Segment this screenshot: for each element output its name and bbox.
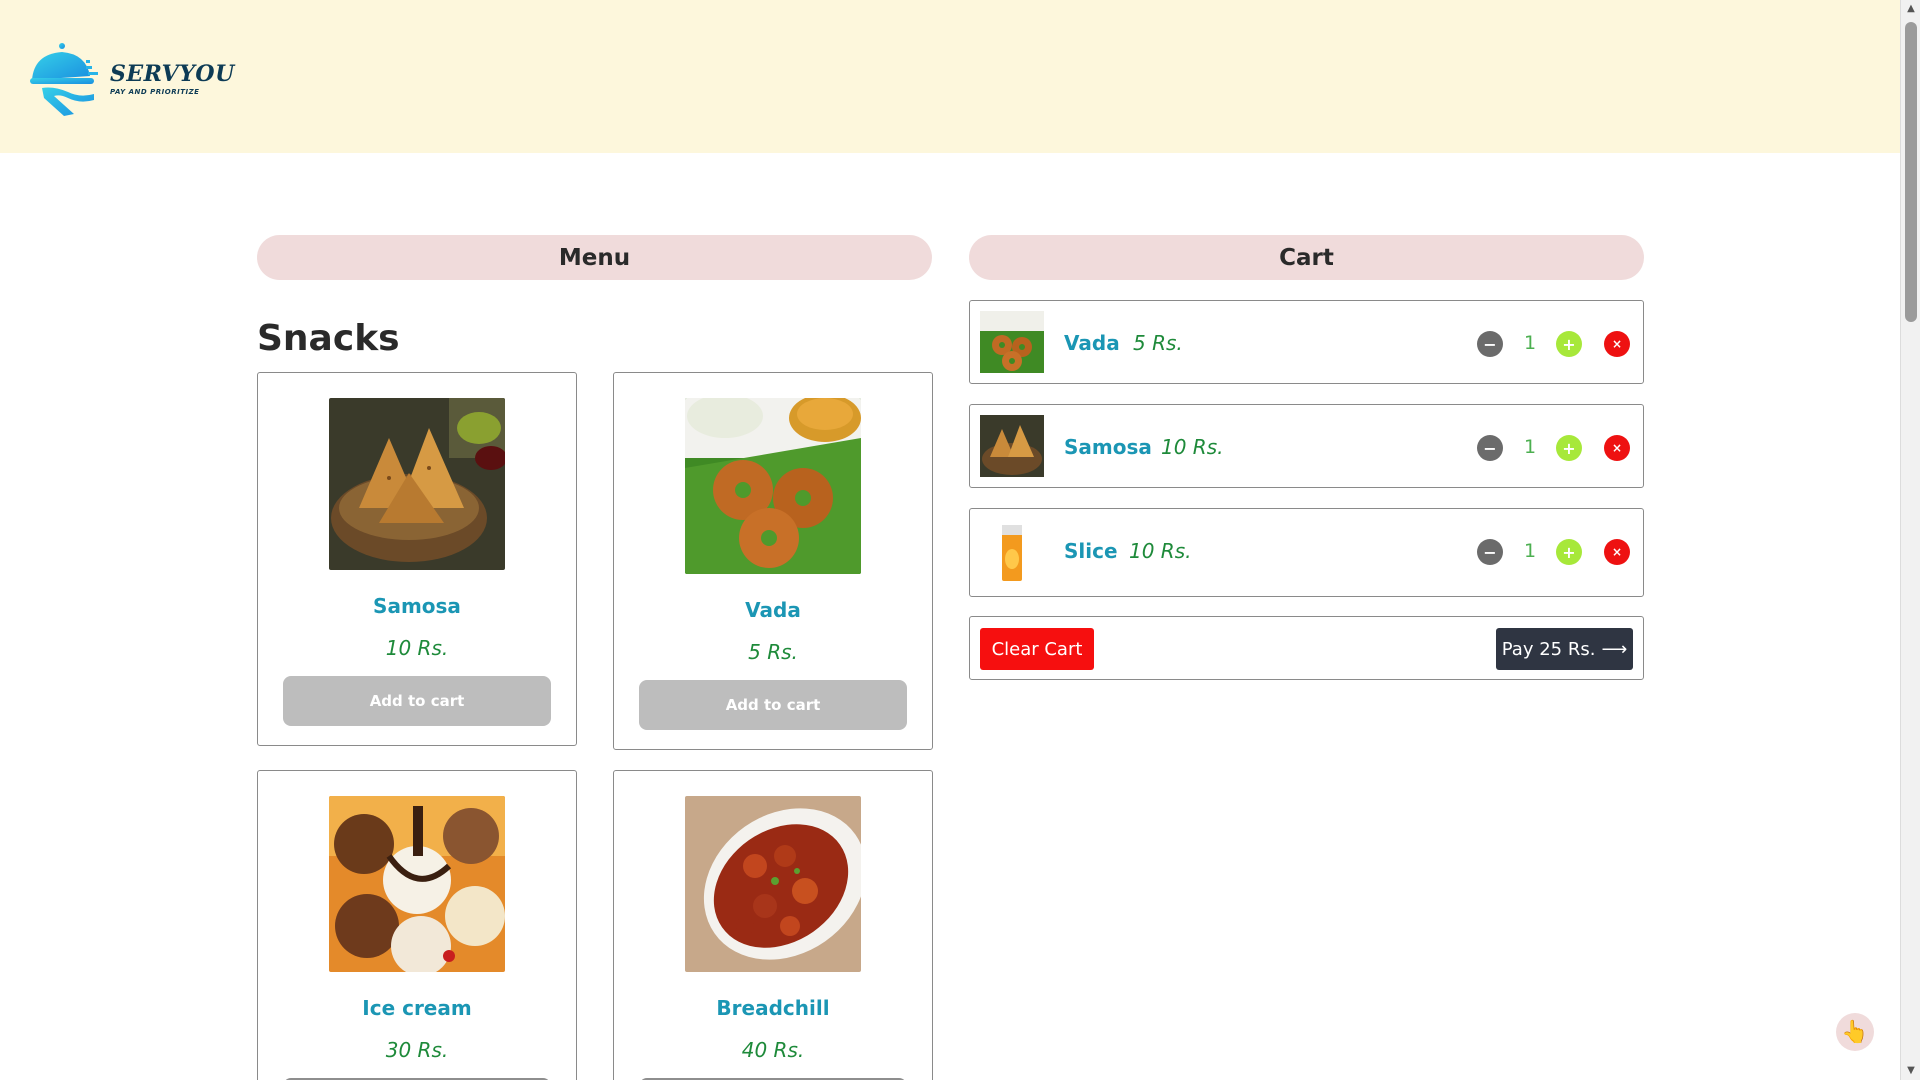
menu-card-breadchill: Breadchill 40 Rs. Add to cart: [613, 770, 933, 1080]
increase-quantity-button[interactable]: +: [1556, 435, 1582, 461]
arrow-right-icon: ⟶: [1601, 638, 1628, 660]
cart-item-slice: Slice 10 Rs. − 1 + ×: [969, 508, 1644, 597]
menu-item-name: Vada: [745, 598, 801, 622]
scroll-up-arrow-icon[interactable]: ▲: [1901, 0, 1920, 18]
servyou-logo-icon: [30, 43, 98, 116]
pay-button-label: Pay 25 Rs.: [1501, 638, 1596, 660]
clear-cart-button[interactable]: Clear Cart: [980, 628, 1094, 670]
menu-item-price: 40 Rs.: [741, 1038, 805, 1062]
cart-item-name: Slice: [1064, 539, 1118, 563]
brand-logo[interactable]: SERVYOU PAY AND PRIORITIZE: [24, 38, 235, 118]
menu-item-price: 30 Rs.: [385, 1038, 449, 1062]
cart-heading: Cart: [969, 235, 1644, 280]
pointing-hand-icon: 👆: [1841, 1019, 1869, 1045]
vertical-scrollbar[interactable]: ▲ ▼: [1900, 0, 1920, 1080]
menu-card-vada: Vada 5 Rs. Add to cart: [613, 372, 933, 750]
help-button[interactable]: 👆: [1836, 1013, 1874, 1051]
increase-quantity-button[interactable]: +: [1556, 331, 1582, 357]
remove-item-button[interactable]: ×: [1604, 331, 1630, 357]
cart-item-name: Vada: [1064, 331, 1120, 355]
menu-item-price: 10 Rs.: [385, 636, 449, 660]
brand-name: SERVYOU: [110, 60, 235, 87]
menu-card-ice-cream: Ice cream 30 Rs. Add to cart: [257, 770, 577, 1080]
breadchill-photo: [685, 796, 861, 972]
menu-item-name: Samosa: [373, 594, 461, 618]
samosa-photo: [329, 398, 505, 570]
increase-quantity-button[interactable]: +: [1556, 539, 1582, 565]
samosa-photo: [980, 415, 1044, 477]
remove-item-button[interactable]: ×: [1604, 435, 1630, 461]
menu-card-samosa: Samosa 10 Rs. Add to cart: [257, 372, 577, 746]
section-title-snacks: Snacks: [257, 318, 400, 359]
vada-photo: [980, 311, 1044, 373]
decrease-quantity-button[interactable]: −: [1477, 331, 1503, 357]
cart-item-price: 10 Rs.: [1129, 539, 1192, 563]
menu-item-name: Ice cream: [362, 996, 472, 1020]
ice-cream-photo: [329, 796, 505, 972]
menu-item-price: 5 Rs.: [748, 640, 798, 664]
decrease-quantity-button[interactable]: −: [1477, 435, 1503, 461]
quantity-value: 1: [1524, 540, 1537, 562]
cart-item-price: 10 Rs.: [1161, 435, 1224, 459]
slice-drink-photo: [980, 521, 1044, 583]
cart-item-vada: Vada 5 Rs. − 1 + ×: [969, 300, 1644, 384]
vada-photo: [685, 398, 861, 574]
add-to-cart-button[interactable]: Add to cart: [283, 676, 551, 726]
menu-item-name: Breadchill: [716, 996, 830, 1020]
menu-heading: Menu: [257, 235, 932, 280]
quantity-value: 1: [1524, 332, 1537, 354]
cart-item-samosa: Samosa 10 Rs. − 1 + ×: [969, 404, 1644, 488]
add-to-cart-button[interactable]: Add to cart: [639, 680, 907, 730]
cart-item-price: 5 Rs.: [1133, 331, 1183, 355]
brand-text: SERVYOU PAY AND PRIORITIZE: [110, 61, 235, 96]
brand-tagline: PAY AND PRIORITIZE: [110, 87, 200, 96]
pay-button[interactable]: Pay 25 Rs. ⟶: [1496, 628, 1633, 670]
decrease-quantity-button[interactable]: −: [1477, 539, 1503, 565]
scroll-down-arrow-icon[interactable]: ▼: [1901, 1062, 1920, 1080]
cart-item-name: Samosa: [1064, 435, 1152, 459]
header: SERVYOU PAY AND PRIORITIZE: [0, 0, 1900, 153]
quantity-value: 1: [1524, 436, 1537, 458]
cart-footer: Clear Cart Pay 25 Rs. ⟶: [969, 616, 1644, 680]
remove-item-button[interactable]: ×: [1604, 539, 1630, 565]
scrollbar-thumb[interactable]: [1905, 22, 1917, 322]
